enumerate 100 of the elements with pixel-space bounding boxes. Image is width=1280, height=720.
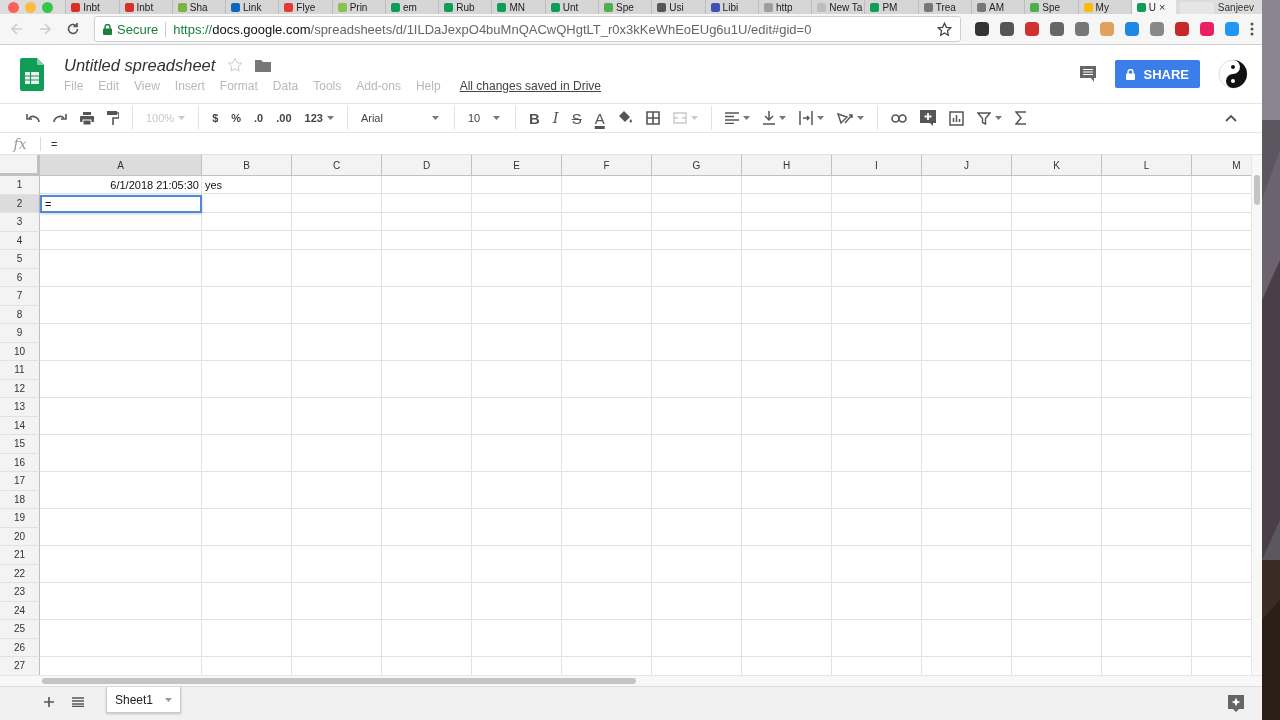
browser-tab[interactable]: AM xyxy=(971,0,1025,14)
extension-icon[interactable] xyxy=(1050,22,1064,36)
formula-input[interactable]: = xyxy=(51,137,58,150)
column-header[interactable]: F xyxy=(562,155,652,176)
bold-button[interactable]: B xyxy=(528,107,540,129)
share-button[interactable]: SHARE xyxy=(1115,60,1200,88)
increase-decimals-button[interactable]: .00 xyxy=(276,107,292,129)
paint-bucket-icon[interactable] xyxy=(617,111,633,125)
filter-icon[interactable] xyxy=(976,111,991,125)
text-color-button[interactable]: A xyxy=(594,107,605,129)
font-dropdown[interactable]: Arial xyxy=(360,107,441,129)
browser-tab[interactable]: em xyxy=(384,0,439,14)
redo-icon[interactable] xyxy=(53,113,67,123)
cell-grid[interactable]: 1 6/1/2018 21:05:30 yes 2 = 3 4 5 6 7 8 9 10 11 12 13 14 15 16 17 18 19 20 21 22 23 24 25 26 27 xyxy=(0,176,1251,675)
browser-tab[interactable]: Libi xyxy=(704,0,758,14)
percent-button[interactable]: % xyxy=(231,107,242,129)
borders-icon[interactable] xyxy=(645,111,660,125)
browser-tab[interactable]: Usi xyxy=(651,0,705,14)
row-header[interactable]: 1 xyxy=(0,176,40,195)
row-header[interactable]: 9 xyxy=(0,324,40,343)
explore-icon[interactable] xyxy=(1228,695,1244,712)
cell-editor[interactable]: = xyxy=(40,194,202,213)
browser-tab[interactable]: Inbt xyxy=(118,0,172,14)
browser-tab[interactable]: Link xyxy=(225,0,279,14)
save-status-link[interactable]: All changes saved in Drive xyxy=(459,78,602,93)
strikethrough-button[interactable]: S xyxy=(571,107,582,129)
undo-icon[interactable] xyxy=(26,113,40,123)
caret-icon[interactable] xyxy=(856,116,864,120)
sigma-icon[interactable] xyxy=(1014,111,1026,125)
column-header[interactable]: I xyxy=(832,155,922,176)
column-header[interactable]: E xyxy=(472,155,562,176)
row-header[interactable]: 21 xyxy=(0,546,40,565)
column-header[interactable]: M xyxy=(1192,155,1251,176)
row-header[interactable]: 19 xyxy=(0,509,40,528)
browser-tab[interactable]: Trea xyxy=(917,0,971,14)
column-header[interactable]: K xyxy=(1012,155,1102,176)
column-header[interactable]: A xyxy=(40,155,202,176)
extension-icon[interactable] xyxy=(1025,22,1039,36)
menu-icon[interactable] xyxy=(1250,22,1254,36)
row-header[interactable]: 25 xyxy=(0,620,40,639)
decrease-decimals-button[interactable]: .0 xyxy=(254,107,264,129)
folder-icon[interactable] xyxy=(255,58,272,72)
row-header[interactable]: 7 xyxy=(0,287,40,306)
column-header[interactable]: C xyxy=(292,155,382,176)
row-header[interactable]: 15 xyxy=(0,435,40,454)
caret-icon[interactable] xyxy=(816,116,824,120)
browser-tab[interactable]: New Ta xyxy=(811,0,865,14)
browser-tab[interactable]: Rub xyxy=(438,0,492,14)
address-bar[interactable]: Secure https://docs.google.com/spreadsheets/d/1ILDaJexpO4buMnQACwQHgtLT_r0x3kKeWhEoEUg6u1U/edit#gid=0 xyxy=(94,16,961,42)
browser-tab[interactable]: PM xyxy=(864,0,918,14)
align-bottom-icon[interactable] xyxy=(762,111,775,125)
browser-tab[interactable]: My xyxy=(1077,0,1131,14)
sheet-tab[interactable]: Sheet1 xyxy=(106,687,182,713)
row-header[interactable]: 23 xyxy=(0,583,40,602)
star-icon[interactable] xyxy=(227,57,244,73)
caret-icon[interactable] xyxy=(778,116,786,120)
paint-format-icon[interactable] xyxy=(107,111,119,125)
row-header[interactable]: 13 xyxy=(0,398,40,417)
horizontal-scrollbar[interactable] xyxy=(0,675,1262,686)
avatar-icon[interactable] xyxy=(1218,59,1248,89)
column-header[interactable]: L xyxy=(1102,155,1192,176)
browser-tab[interactable]: Inbt xyxy=(65,0,119,14)
browser-tab[interactable]: Sha xyxy=(171,0,226,14)
browser-tab[interactable]: Flye xyxy=(278,0,332,14)
browser-tab[interactable]: U × xyxy=(1130,0,1177,14)
chart-icon[interactable] xyxy=(948,110,964,126)
extension-icon[interactable] xyxy=(975,22,989,36)
add-sheet-icon[interactable] xyxy=(44,697,54,707)
browser-tab[interactable]: http xyxy=(757,0,812,14)
collapse-icon[interactable] xyxy=(1225,114,1237,122)
profile-name[interactable]: Sanjeev xyxy=(1217,0,1262,14)
add-comment-icon[interactable] xyxy=(919,110,936,126)
extension-icon[interactable] xyxy=(1175,22,1189,36)
more-formats-dropdown[interactable]: 123 xyxy=(304,107,334,129)
row-header[interactable]: 3 xyxy=(0,213,40,232)
caret-icon[interactable] xyxy=(994,116,1002,120)
bookmark-star-icon[interactable] xyxy=(937,21,952,37)
extension-icon[interactable] xyxy=(1000,22,1014,36)
sheets-logo-icon[interactable] xyxy=(20,57,44,91)
document-title[interactable]: Untitled spreadsheet xyxy=(64,55,216,75)
browser-tab[interactable]: Unt xyxy=(544,0,599,14)
row-header[interactable]: 27 xyxy=(0,657,40,675)
column-header[interactable]: G xyxy=(652,155,742,176)
browser-tab[interactable]: Spe xyxy=(598,0,652,14)
text-wrap-icon[interactable] xyxy=(798,111,813,125)
browser-tab[interactable]: Prin xyxy=(331,0,385,14)
column-header[interactable]: J xyxy=(922,155,1012,176)
browser-tab[interactable]: MN xyxy=(491,0,545,14)
row-header[interactable]: 17 xyxy=(0,472,40,491)
text-rotation-icon[interactable] xyxy=(836,111,853,125)
link-icon[interactable] xyxy=(890,113,907,123)
sheet-list-icon[interactable] xyxy=(72,697,84,707)
row-header[interactable]: 11 xyxy=(0,361,40,380)
caret-icon[interactable] xyxy=(742,116,750,120)
reload-icon[interactable] xyxy=(66,22,80,36)
vertical-scrollbar[interactable] xyxy=(1251,155,1262,675)
column-header[interactable]: D xyxy=(382,155,472,176)
font-size-dropdown[interactable]: 10 xyxy=(467,107,502,129)
italic-button[interactable]: I xyxy=(552,107,559,129)
browser-tab[interactable]: Spe xyxy=(1024,0,1078,14)
